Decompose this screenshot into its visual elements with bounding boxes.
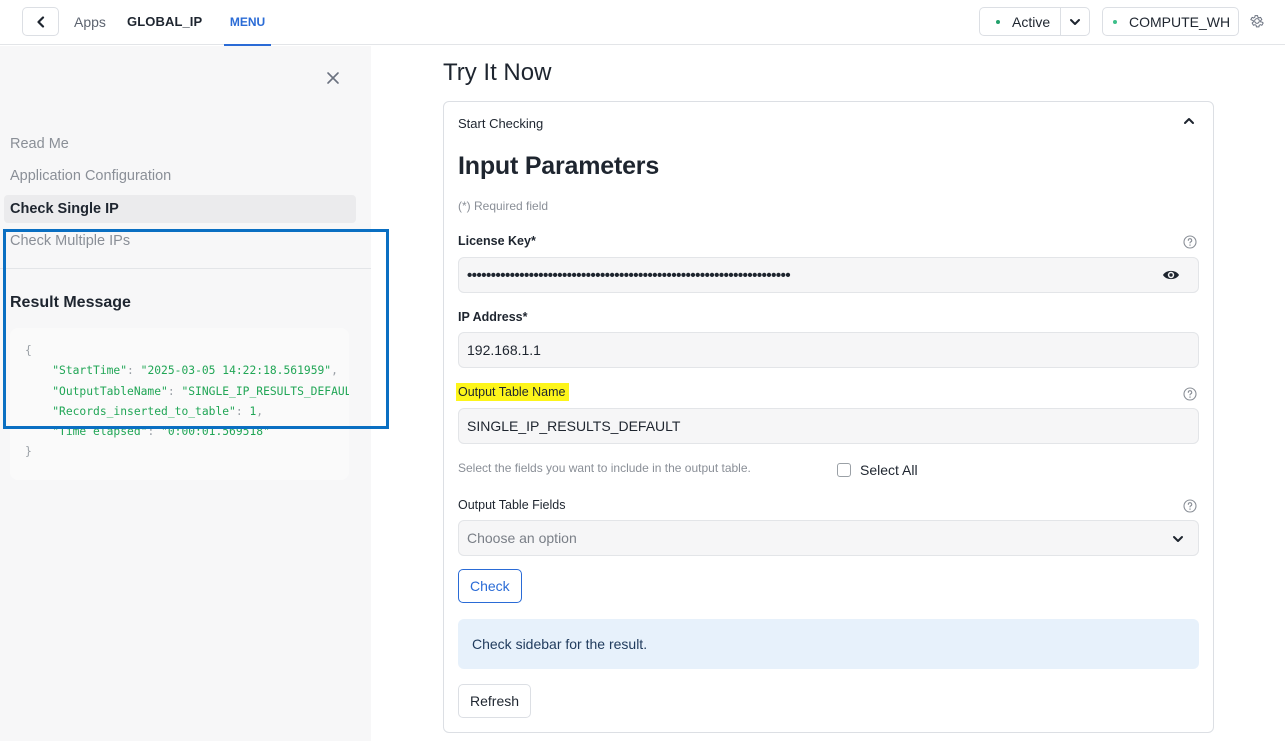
breadcrumb-app-name[interactable]: GLOBAL_IP <box>127 14 202 29</box>
warehouse-label: COMPUTE_WH <box>1129 13 1231 30</box>
warehouse-dot-icon <box>1113 19 1117 24</box>
chevron-up-icon[interactable] <box>1182 114 1196 128</box>
section-title: Input Parameters <box>458 152 660 180</box>
status-dropdown-button[interactable] <box>1061 8 1089 35</box>
result-highlight-box <box>3 229 389 429</box>
refresh-button[interactable]: Refresh <box>458 684 532 718</box>
chevron-down-icon <box>1173 536 1183 542</box>
license-key-input[interactable]: ••••••••••••••••••••••••••••••••••••••••… <box>458 257 1199 293</box>
alert-text: Check sidebar for the result. <box>472 636 648 652</box>
sidebar-item-check-single-ip[interactable]: Check Single IP <box>4 195 356 223</box>
output-table-name-label: Output Table Name <box>456 383 570 401</box>
warehouse-selector[interactable]: COMPUTE_WH <box>1102 7 1240 36</box>
help-icon[interactable] <box>1183 499 1197 513</box>
top-bar: Apps GLOBAL_IP MENU Active COMPUTE_WH <box>0 0 1285 46</box>
output-table-name-input[interactable]: SINGLE_IP_RESULTS_DEFAULT <box>458 408 1199 444</box>
license-key-label: License Key* <box>458 234 536 248</box>
json-close-brace: } <box>25 445 32 459</box>
select-all-checkbox[interactable]: Select All <box>837 462 918 478</box>
panel-header[interactable]: Start Checking <box>458 116 543 131</box>
close-icon[interactable] <box>325 70 341 86</box>
back-button[interactable] <box>22 7 59 36</box>
gear-icon[interactable] <box>1249 13 1265 29</box>
app-status-control: Active <box>979 7 1091 36</box>
ip-address-value: 192.168.1.1 <box>467 342 541 358</box>
tab-menu[interactable]: MENU <box>224 0 271 46</box>
page-title: Try It Now <box>443 59 552 86</box>
required-note: (*) Required field <box>458 199 549 213</box>
ip-address-input[interactable]: 192.168.1.1 <box>458 332 1199 368</box>
output-table-fields-label: Output Table Fields <box>458 498 566 512</box>
eye-icon[interactable] <box>1162 268 1180 282</box>
status-button[interactable]: Active <box>980 8 1062 35</box>
ip-address-label: IP Address* <box>458 310 528 324</box>
check-button[interactable]: Check <box>458 569 522 603</box>
output-table-name-value: SINGLE_IP_RESULTS_DEFAULT <box>467 418 681 434</box>
chevron-left-icon <box>36 15 44 28</box>
output-table-fields-select[interactable]: Choose an option <box>458 520 1199 556</box>
breadcrumb-apps[interactable]: Apps <box>74 14 106 30</box>
info-alert: Check sidebar for the result. <box>458 619 1199 669</box>
start-checking-panel: Start Checking Input Parameters (*) Requ… <box>443 101 1214 733</box>
license-key-value: ••••••••••••••••••••••••••••••••••••••••… <box>467 266 791 284</box>
chevron-down-icon <box>1070 18 1081 25</box>
sidebar-item-application-configuration[interactable]: Application Configuration <box>4 162 356 190</box>
select-placeholder: Choose an option <box>467 530 577 546</box>
select-all-label: Select All <box>860 462 918 478</box>
sidebar-item-read-me[interactable]: Read Me <box>4 130 356 158</box>
checkbox-box[interactable] <box>837 463 851 477</box>
help-icon[interactable] <box>1183 387 1197 401</box>
status-label: Active <box>1012 13 1051 30</box>
status-dot-icon <box>996 19 1000 24</box>
help-icon[interactable] <box>1183 235 1197 249</box>
fields-helper-text: Select the fields you want to include in… <box>458 461 751 475</box>
